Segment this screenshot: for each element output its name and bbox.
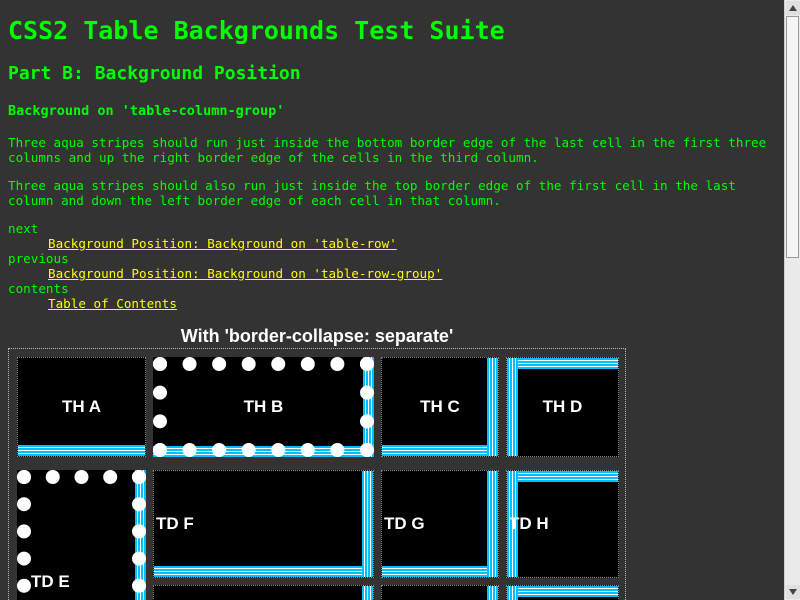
cell-label: TD F [156, 514, 194, 533]
aqua-stripes-bottom [382, 566, 498, 577]
part-heading: Part B: Background Position [8, 63, 301, 84]
description-paragraph-2: Three aqua stripes should also run just … [8, 178, 736, 208]
table-cell-th-c: TH C [381, 357, 499, 457]
aqua-stripes-right [487, 586, 498, 600]
table-caption: With 'border-collapse: separate' [180, 326, 454, 346]
table-cell-td-g: TD G [381, 470, 499, 578]
aqua-stripes-right [362, 471, 373, 577]
table-cell-th-d: TH D [506, 357, 619, 457]
aqua-stripes-right [487, 358, 498, 456]
aqua-stripes-top [507, 471, 618, 482]
nav-next-link[interactable]: Background Position: Background on 'tabl… [48, 236, 397, 251]
table-cell-td-e: TD E [17, 470, 146, 600]
triangle-up-icon [789, 5, 797, 11]
cell-label: TH A [61, 397, 102, 416]
nav-next-label: next [8, 221, 39, 236]
section-heading: Background on 'table-column-group' [8, 103, 285, 119]
aqua-stripes-right [362, 586, 373, 600]
cell-label: TH D [542, 397, 583, 416]
table-cell-row3-col3 [381, 585, 499, 600]
aqua-stripes-right [363, 357, 374, 457]
aqua-stripes-left [507, 358, 518, 456]
cell-label: TH C [420, 397, 460, 416]
table-cell-td-h: TD H [506, 470, 619, 578]
aqua-stripes-top [507, 358, 618, 369]
vertical-scrollbar[interactable] [784, 0, 800, 600]
page-title: CSS2 Table Backgrounds Test Suite [8, 16, 505, 45]
aqua-stripes-bottom [18, 445, 145, 456]
cell-label: TD E [31, 572, 70, 591]
table-cell-th-a: TH A [17, 357, 146, 457]
aqua-stripes-right [135, 470, 146, 600]
table-cell-td-f: TD F [153, 470, 374, 578]
scroll-thumb[interactable] [786, 16, 799, 258]
scroll-up-button[interactable] [786, 1, 800, 15]
nav-previous-link[interactable]: Background Position: Background on 'tabl… [48, 266, 442, 281]
description-paragraph-1: Three aqua stripes should run just insid… [8, 135, 767, 165]
nav-previous-label: previous [8, 251, 69, 266]
table-cell-row3-col4 [506, 585, 619, 600]
triangle-down-icon [789, 589, 797, 595]
nav-contents-link[interactable]: Table of Contents [48, 296, 177, 311]
page-content: CSS2 Table Backgrounds Test Suite Part B… [0, 0, 784, 600]
cell-label: TD H [509, 514, 549, 533]
cell-label: TH B [243, 397, 284, 416]
scroll-down-button[interactable] [786, 585, 800, 599]
table-cell-row3-col2 [153, 585, 374, 600]
aqua-stripes-right [487, 471, 498, 577]
aqua-stripes-bottom [153, 446, 374, 457]
test-table: TH A TH B TH C TH D TD E TD F TD G TD H [8, 348, 626, 600]
cell-label: TD G [384, 514, 425, 533]
aqua-stripes-bottom [154, 566, 373, 577]
nav-contents-label: contents [8, 281, 69, 296]
aqua-stripes-bottom [382, 445, 498, 456]
aqua-stripes-left [507, 586, 518, 600]
table-cell-th-b: TH B [153, 357, 374, 457]
aqua-stripes-top [507, 586, 618, 597]
